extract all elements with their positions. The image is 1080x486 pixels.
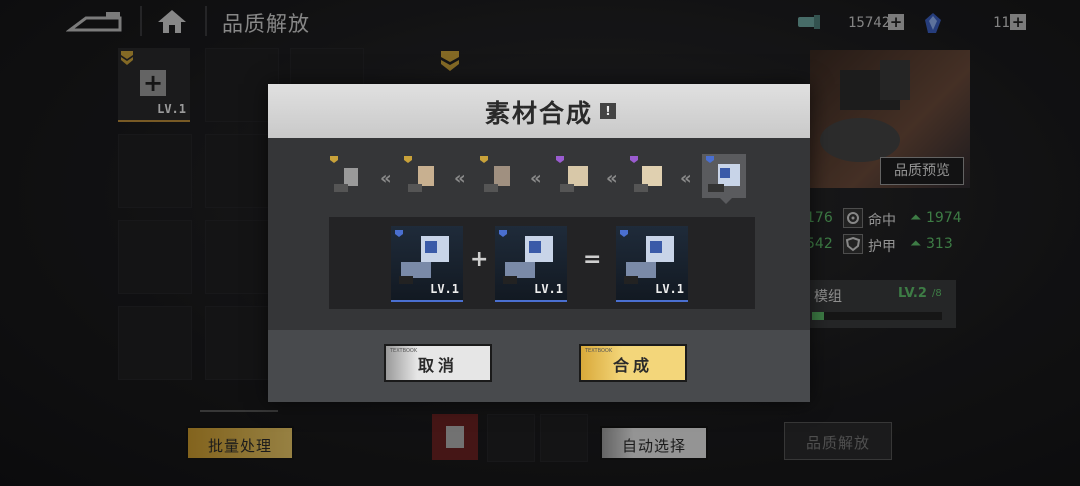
chain-item-blue-current — [702, 154, 746, 198]
button-tag: TEXTBOOK — [585, 348, 613, 354]
current-pointer — [720, 198, 732, 204]
result-item-card[interactable]: LV.1 — [616, 226, 688, 302]
material-synthesis-dialog: 素材合成 ! « « « « « LV.1 + LV.1 = LV.1 TEXT… — [268, 84, 810, 402]
chain-item-purple — [552, 154, 596, 198]
chain-item-gold — [400, 154, 444, 198]
item-level: LV.1 — [430, 282, 459, 296]
equals-sign: = — [583, 247, 602, 272]
chain-arrow: « — [530, 168, 541, 189]
dialog-body: « « « « « LV.1 + LV.1 = LV.1 — [268, 138, 810, 330]
dialog-title: 素材合成 — [484, 99, 593, 128]
cancel-label: 取消 — [417, 356, 458, 375]
chain-item-purple — [626, 154, 670, 198]
dialog-header: 素材合成 ! — [268, 84, 810, 138]
chain-arrow: « — [606, 168, 617, 189]
dialog-footer: TEXTBOOK 取消 TEXTBOOK 合成 — [268, 330, 810, 402]
item-level: LV.1 — [534, 282, 563, 296]
chain-arrow: « — [454, 168, 465, 189]
item-level: LV.1 — [655, 282, 684, 296]
button-tag: TEXTBOOK — [390, 348, 418, 354]
chain-arrow: « — [380, 168, 391, 189]
material-item-card[interactable]: LV.1 — [495, 226, 567, 302]
material-item-card[interactable]: LV.1 — [391, 226, 463, 302]
plus-sign: + — [470, 247, 489, 272]
chain-arrow: « — [680, 168, 691, 189]
chain-item-gold — [326, 154, 370, 198]
chain-item-gold — [476, 154, 520, 198]
info-icon[interactable]: ! — [600, 103, 616, 119]
cancel-button[interactable]: TEXTBOOK 取消 — [384, 344, 492, 382]
synthesize-button[interactable]: TEXTBOOK 合成 — [579, 344, 687, 382]
synthesize-label: 合成 — [612, 356, 653, 375]
combine-area: LV.1 + LV.1 = LV.1 — [329, 217, 755, 309]
